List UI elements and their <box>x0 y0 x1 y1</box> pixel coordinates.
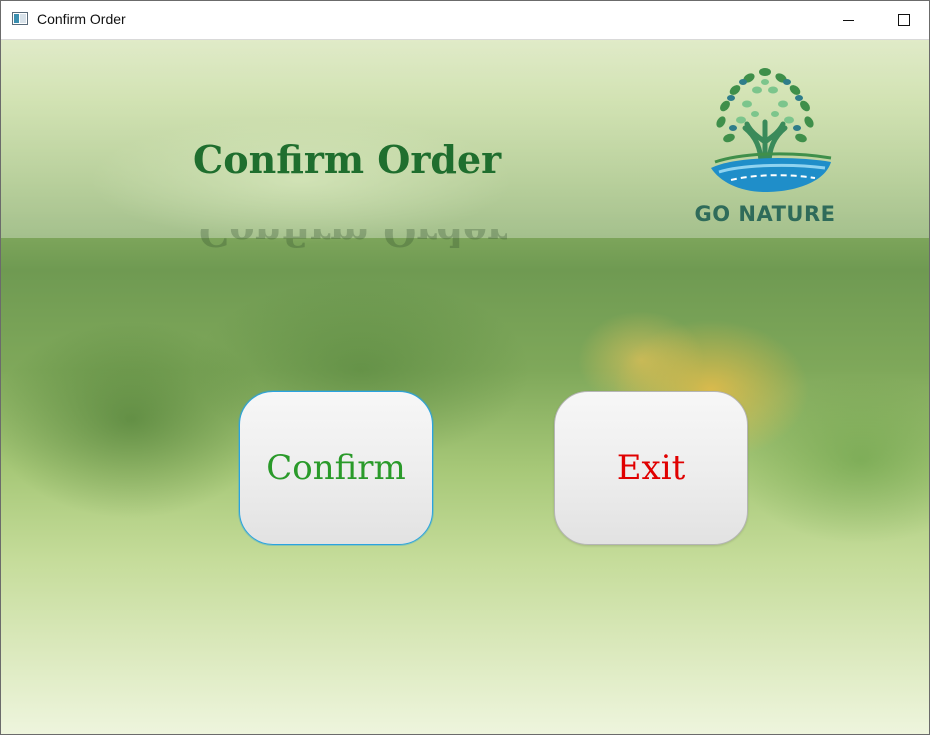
confirm-order-window: Confirm Order Confirm Order Confirm Orde… <box>0 0 930 735</box>
minimize-button[interactable] <box>825 1 871 39</box>
confirm-button[interactable]: Confirm <box>239 391 433 545</box>
logo-text: GO NATURE <box>694 202 836 226</box>
page-title-reflection: Confirm Order <box>199 229 508 255</box>
title-bar[interactable]: Confirm Order <box>1 1 929 40</box>
nature-background: Confirm Order Confirm Order GO NATURE Co… <box>1 40 929 734</box>
go-nature-logo: GO NATURE <box>685 52 845 232</box>
maximize-button[interactable] <box>881 1 927 39</box>
window-app-icon <box>12 12 28 25</box>
window-title: Confirm Order <box>37 11 126 27</box>
maximize-icon <box>898 14 910 26</box>
page-title: Confirm Order <box>193 137 502 182</box>
tree-logo-icon <box>711 68 832 192</box>
minimize-icon <box>842 19 854 21</box>
exit-button[interactable]: Exit <box>554 391 748 545</box>
